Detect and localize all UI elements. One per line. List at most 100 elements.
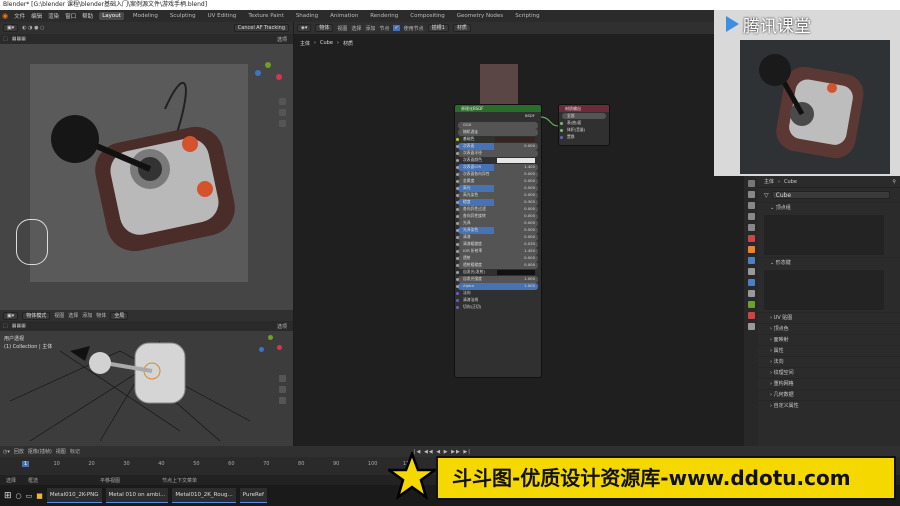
scene-tab-icon[interactable] xyxy=(747,224,755,231)
menu-select-3d[interactable]: 选择 xyxy=(68,312,78,319)
object-mode-dropdown[interactable]: 物体模式 xyxy=(22,311,51,320)
output-tab-icon[interactable] xyxy=(747,202,755,209)
socket-icon[interactable] xyxy=(456,243,459,246)
bsdf-input-row[interactable]: IOR 折射率 1.450 xyxy=(456,248,538,255)
collapsed-section[interactable]: › 自定义属性 xyxy=(758,400,900,411)
bsdf-input-row[interactable]: 透射 0.000 xyxy=(456,255,538,262)
bsdf-input-row[interactable]: 次表面 0.000 xyxy=(456,143,538,150)
world-tab-icon[interactable] xyxy=(747,235,755,242)
shader-type-dropdown[interactable]: 物体 xyxy=(315,24,334,32)
socket-icon[interactable] xyxy=(456,145,459,148)
bsdf-node-header[interactable]: 原理化BSDF xyxy=(455,105,541,112)
shading-modes[interactable]: ◐ ◑ ● ○ xyxy=(22,25,44,31)
menu-edit[interactable]: 编辑 xyxy=(31,12,42,20)
tab-uv-editing[interactable]: UV Editing xyxy=(205,12,240,20)
collapsed-section[interactable]: › 几何数据 xyxy=(758,389,900,400)
navigation-gizmo[interactable] xyxy=(252,62,282,92)
vertex-groups-list[interactable] xyxy=(764,215,884,255)
select-tool-icon-2[interactable]: ⬚ xyxy=(3,323,8,329)
bsdf-input-row[interactable]: 高光 0.500 xyxy=(456,185,538,192)
editor-type-dropdown[interactable]: ▣▾ xyxy=(3,24,19,32)
constraints-tab-icon[interactable] xyxy=(747,290,755,297)
start-icon[interactable]: ⊞ xyxy=(4,491,12,501)
menu-playback[interactable]: 回放 xyxy=(14,448,24,455)
material-output-node[interactable]: 材质输出 全部 表(曲)面 体积(音量) 置换 xyxy=(558,104,610,146)
menu-view-node[interactable]: 视图 xyxy=(337,25,347,32)
bsdf-input-row[interactable]: 次表面半径 xyxy=(456,150,538,157)
search-icon[interactable]: ○ xyxy=(16,492,22,500)
tab-geometry-nodes[interactable]: Geometry Nodes xyxy=(454,12,506,20)
material-dropdown[interactable]: 材质 xyxy=(452,24,471,32)
collapsed-section[interactable]: › 面映射 xyxy=(758,334,900,345)
navigation-gizmo-2[interactable] xyxy=(257,335,283,361)
mesh-name-field[interactable]: Cube xyxy=(771,191,890,199)
taskbar-item-pureref[interactable]: PureRef xyxy=(239,488,267,503)
bsdf-input-row[interactable]: 自发光强度 1.000 xyxy=(456,276,538,283)
transform-orientation-dropdown[interactable]: 全局 xyxy=(110,311,129,320)
menu-node[interactable]: 节点 xyxy=(379,25,389,32)
socket-icon[interactable] xyxy=(456,208,459,211)
shape-keys-header[interactable]: ⌄ 形态键 xyxy=(758,257,900,268)
explorer-icon[interactable]: ■ xyxy=(36,492,43,500)
taskbar-item-folder[interactable]: Metal010_2K-PNG xyxy=(46,488,102,503)
socket-icon[interactable] xyxy=(456,194,459,197)
hand-pan-icon[interactable] xyxy=(278,109,286,116)
tab-animation[interactable]: Animation xyxy=(327,12,361,20)
principled-bsdf-node[interactable]: 原理化BSDF BSDF GGX 随机游走 基础色 次表面 0.000 次表面半径次… xyxy=(454,104,542,378)
blender-logo-icon[interactable]: ◉ xyxy=(2,12,8,20)
tab-shading[interactable]: Shading xyxy=(293,12,321,20)
editor-type-dropdown-3[interactable]: ◈▾ xyxy=(297,24,312,32)
bsdf-input-row[interactable]: 光泽 0.000 xyxy=(456,220,538,227)
bsdf-input-row[interactable]: 金属度 0.000 xyxy=(456,178,538,185)
socket-icon[interactable] xyxy=(456,236,459,239)
collapsed-section[interactable]: › UV 贴图 xyxy=(758,312,900,323)
bsdf-input-row[interactable]: 光泽染色 0.500 xyxy=(456,227,538,234)
collapsed-section[interactable]: › 顶点色 xyxy=(758,323,900,334)
zoom-icon[interactable] xyxy=(278,98,286,105)
selection-mode-icons-2[interactable]: ▦▦▦ xyxy=(12,323,26,329)
pin-icon[interactable]: ⚲ xyxy=(892,179,896,185)
taskview-icon[interactable]: ▭ xyxy=(26,492,33,500)
particles-tab-icon[interactable] xyxy=(747,268,755,275)
options-dropdown-2[interactable]: 选项 xyxy=(277,323,287,330)
top-3d-viewport[interactable] xyxy=(0,44,293,310)
cancel-af-tracking-button[interactable]: Cancel AF Tracking xyxy=(233,24,289,32)
zoom-icon-2[interactable] xyxy=(278,375,286,382)
color-swatch[interactable] xyxy=(497,158,535,163)
bsdf-input-row[interactable]: 次表面各向异性 0.000 xyxy=(456,171,538,178)
options-dropdown[interactable]: 选项 xyxy=(277,36,287,43)
menu-help[interactable]: 帮助 xyxy=(82,12,93,20)
slot-dropdown[interactable]: 插槽1 xyxy=(427,24,449,32)
bsdf-input-row[interactable]: 次表面颜色 xyxy=(456,157,538,164)
socket-icon[interactable] xyxy=(456,222,459,225)
menu-add-node[interactable]: 添加 xyxy=(365,25,375,32)
view-layer-tab-icon[interactable] xyxy=(747,213,755,220)
bottom-3d-viewport[interactable]: 用户透视 (1) Collection | 主体 xyxy=(0,331,293,446)
socket-icon[interactable] xyxy=(456,285,459,288)
collapsed-section[interactable]: › 重构网格 xyxy=(758,378,900,389)
bsdf-input-row[interactable]: 各向异性过滤 0.000 xyxy=(456,206,538,213)
material-tab-icon[interactable] xyxy=(747,312,755,319)
shape-keys-list[interactable] xyxy=(764,270,884,310)
base-color-swatch[interactable] xyxy=(495,137,535,142)
base-color-row[interactable]: 基础色 xyxy=(456,136,538,143)
selection-mode-icons[interactable]: ▦▦▦ xyxy=(12,36,26,42)
mesh-data-tab-icon[interactable] xyxy=(747,301,755,308)
vertex-groups-header[interactable]: ⌄ 顶点组 xyxy=(758,202,900,213)
color-swatch[interactable] xyxy=(497,270,535,275)
socket-icon[interactable] xyxy=(456,229,459,232)
socket-icon[interactable] xyxy=(456,187,459,190)
tab-scripting[interactable]: Scripting xyxy=(512,12,542,20)
output-target-dropdown[interactable]: 全部 xyxy=(562,112,606,119)
physics-tab-icon[interactable] xyxy=(747,279,755,286)
socket-icon[interactable] xyxy=(456,271,459,274)
bsdf-input-row[interactable]: 各向异性旋转 0.000 xyxy=(456,213,538,220)
menu-window[interactable]: 窗口 xyxy=(65,12,76,20)
select-tool-icon[interactable]: ⬚ xyxy=(3,36,8,42)
camera-icon-2[interactable] xyxy=(278,397,286,404)
hand-pan-icon-2[interactable] xyxy=(278,386,286,393)
tab-modeling[interactable]: Modeling xyxy=(130,12,161,20)
texture-tab-icon[interactable] xyxy=(747,323,755,330)
socket-icon[interactable] xyxy=(456,278,459,281)
tab-texture-paint[interactable]: Texture Paint xyxy=(245,12,287,20)
